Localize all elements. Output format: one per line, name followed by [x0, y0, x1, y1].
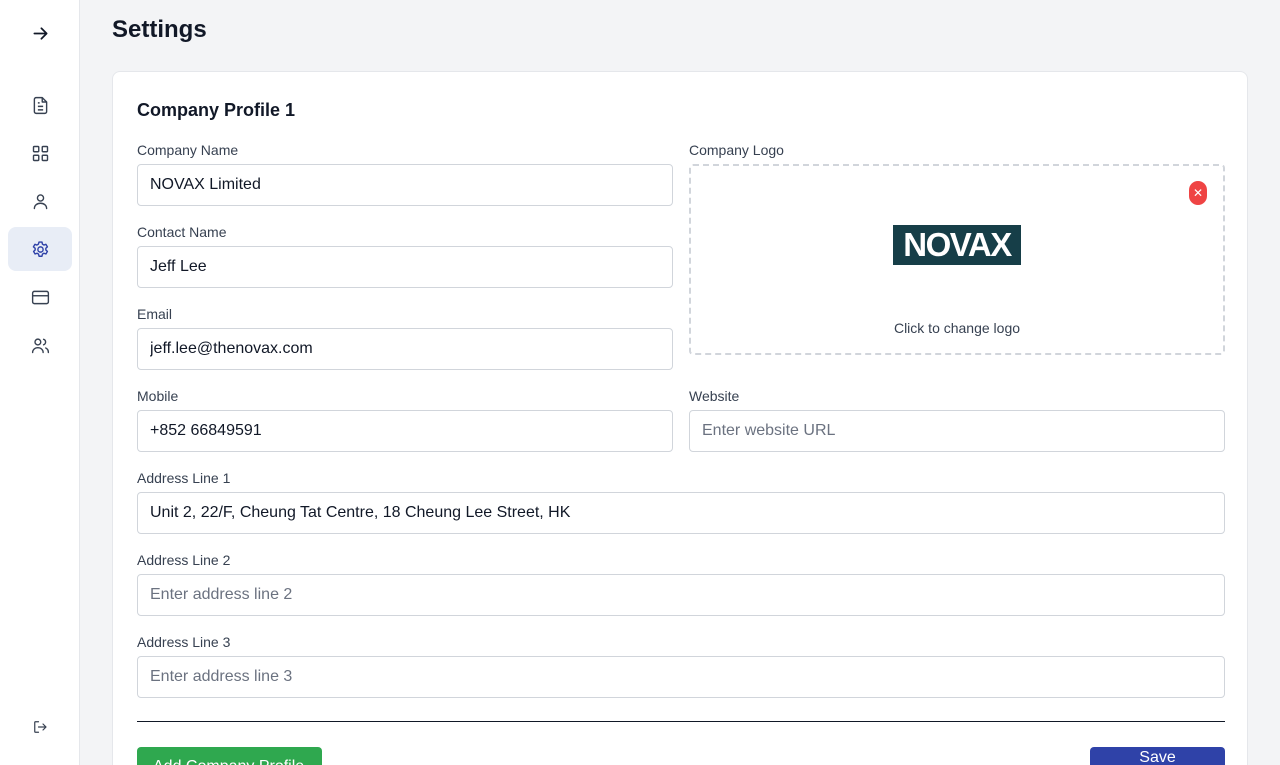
company-logo-label: Company Logo: [689, 142, 784, 158]
main-content: Settings Company Profile 1 Company Name …: [80, 0, 1265, 765]
company-name-label: Company Name: [137, 142, 239, 158]
save-changes-button[interactable]: Save Changes: [1090, 747, 1225, 765]
email-input[interactable]: [137, 328, 673, 370]
change-logo-hint: Click to change logo: [893, 320, 1021, 336]
address-line-3-input[interactable]: [137, 656, 1225, 698]
address-line-1-label: Address Line 1: [137, 470, 231, 486]
sidebar-expand-button[interactable]: [8, 11, 72, 55]
email-label: Email: [137, 306, 173, 322]
page-scrollbar[interactable]: [1265, 0, 1280, 765]
contact-name-input[interactable]: [137, 246, 673, 288]
add-company-profile-button[interactable]: Add Company Profile: [137, 747, 322, 765]
sidebar-item-settings[interactable]: [8, 227, 72, 271]
company-profile-card: Company Profile 1 Company Name Contact N…: [112, 71, 1248, 765]
grid-icon: [32, 145, 48, 161]
contact-name-label: Contact Name: [137, 224, 227, 240]
sidebar-item-billing[interactable]: [8, 275, 72, 319]
sidebar-item-profile[interactable]: [8, 179, 72, 223]
website-input[interactable]: [689, 410, 1225, 452]
address-line-2-label: Address Line 2: [137, 552, 231, 568]
website-label: Website: [689, 388, 740, 404]
users-icon: [31, 337, 49, 353]
mobile-input[interactable]: [137, 410, 673, 452]
user-icon: [33, 193, 47, 209]
logout-icon: [34, 721, 47, 733]
sidebar-item-documents[interactable]: [8, 83, 72, 127]
sidebar: [0, 0, 80, 765]
credit-card-icon: [31, 290, 49, 304]
company-logo-image: NOVAX: [893, 225, 1021, 265]
company-profile-title: Company Profile 1: [137, 100, 296, 120]
gear-icon: [32, 240, 48, 257]
divider: [137, 721, 1225, 722]
arrow-right-icon: [33, 26, 47, 40]
page-title: Settings: [112, 16, 207, 43]
address-line-1-input[interactable]: [137, 492, 1225, 534]
document-icon: [33, 96, 47, 114]
address-line-3-label: Address Line 3: [137, 634, 231, 650]
remove-logo-button[interactable]: ✕: [1189, 181, 1207, 205]
close-icon: ✕: [1192, 186, 1204, 200]
sidebar-logout-button[interactable]: [8, 705, 72, 749]
sidebar-item-team[interactable]: [8, 323, 72, 367]
company-name-input[interactable]: [137, 164, 673, 206]
mobile-label: Mobile: [137, 388, 179, 404]
address-line-2-input[interactable]: [137, 574, 1225, 616]
sidebar-item-dashboard[interactable]: [8, 131, 72, 175]
company-logo-dropzone[interactable]: NOVAX Click to change logo ✕: [689, 164, 1225, 355]
